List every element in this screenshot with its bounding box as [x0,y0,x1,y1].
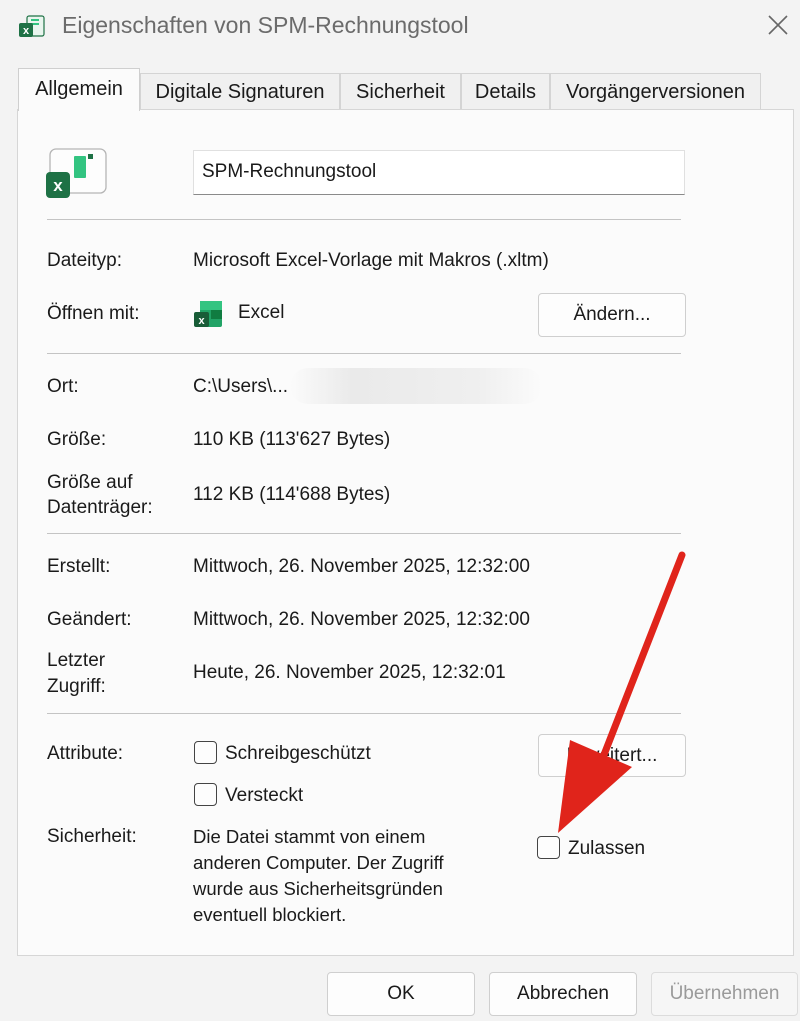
open-with-app: Excel [238,302,285,323]
svg-text:x: x [23,25,30,37]
svg-text:x: x [53,176,63,195]
title-bar: x Eigenschaften von SPM-Rechnungstool [0,0,800,56]
security-text-line2: anderen Computer. Der Zugriff [193,852,444,873]
annotation-arrow-icon [558,551,686,833]
accessed-value: Heute, 26. November 2025, 12:32:01 [193,662,506,683]
readonly-label: Schreibgeschützt [225,743,371,764]
hidden-label: Versteckt [225,785,304,806]
hidden-checkbox[interactable] [194,783,217,806]
excel-template-icon: x [46,148,107,198]
separator [47,533,681,534]
change-app-button[interactable]: Ändern... [538,293,686,337]
ok-button[interactable]: OK [327,972,475,1016]
filetype-value: Microsoft Excel-Vorlage mit Makros (.xlt… [193,250,549,271]
cancel-button[interactable]: Abbrechen [489,972,637,1016]
tab-vorgaengerversionen[interactable]: Vorgängerversionen [550,73,761,109]
file-name-input[interactable]: SPM-Rechnungstool [193,150,685,195]
separator [47,353,681,354]
tab-allgemein[interactable]: Allgemein [18,68,140,111]
security-label: Sicherheit: [47,826,137,847]
apply-button[interactable]: Übernehmen [651,972,798,1016]
close-icon[interactable] [760,8,796,44]
tab-sicherheit[interactable]: Sicherheit [340,73,461,109]
security-text-line4: eventuell blockiert. [193,904,347,925]
location-value: C:\Users\... [193,376,289,397]
accessed-label-line1: Letzter [47,650,106,671]
security-text-line3: wurde aus Sicherheitsgründen [193,878,443,899]
tab-digitale-signaturen[interactable]: Digitale Signaturen [140,73,340,109]
window-title: Eigenschaften von SPM-Rechnungstool [62,12,469,38]
separator [47,219,681,220]
size-value: 110 KB (113'627 Bytes) [193,429,391,450]
tab-details[interactable]: Details [461,73,550,109]
size-label: Größe: [47,429,107,450]
created-label: Erstellt: [47,556,111,577]
created-value: Mittwoch, 26. November 2025, 12:32:00 [193,556,530,577]
location-label: Ort: [47,376,79,397]
size-on-disk-label-line2: Datenträger: [47,497,153,518]
modified-value: Mittwoch, 26. November 2025, 12:32:00 [193,609,530,630]
size-on-disk-label-line1: Größe auf [47,472,133,493]
excel-icon: x [194,301,222,327]
security-text-line1: Die Datei stammt von einem [193,826,426,847]
svg-text:x: x [198,315,205,327]
readonly-checkbox[interactable] [194,741,217,764]
size-on-disk-value: 112 KB (114'688 Bytes) [193,484,391,505]
redacted-path [290,368,542,404]
accessed-label-line2: Zugriff: [47,676,106,697]
filetype-label: Dateityp: [47,250,122,271]
attributes-label: Attribute: [47,743,124,764]
open-with-label: Öffnen mit: [47,303,140,324]
modified-label: Geändert: [47,609,132,630]
excel-app-icon: x [19,15,45,37]
